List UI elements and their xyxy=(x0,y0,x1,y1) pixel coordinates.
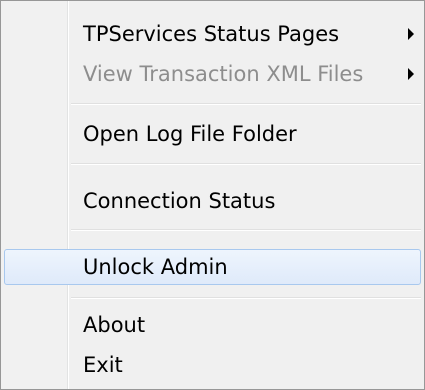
context-menu: TPServices Status Pages View Transaction… xyxy=(0,0,425,390)
menu-item-tpservices-status-pages[interactable]: TPServices Status Pages xyxy=(4,16,421,52)
menu-separator xyxy=(71,229,421,231)
menu-item-label: TPServices Status Pages xyxy=(83,22,340,46)
menu-item-label: About xyxy=(83,313,146,337)
menu-item-about[interactable]: About xyxy=(4,307,421,343)
menu-item-label: Exit xyxy=(83,353,123,377)
menu-item-label: Connection Status xyxy=(83,189,276,213)
menu-item-connection-status[interactable]: Connection Status xyxy=(4,183,421,219)
menu-item-open-log-file-folder[interactable]: Open Log File Folder xyxy=(4,116,421,152)
menu-separator xyxy=(71,163,421,165)
menu-item-label: Unlock Admin xyxy=(83,255,228,279)
submenu-arrow-icon xyxy=(408,28,414,40)
menu-item-exit[interactable]: Exit xyxy=(4,347,421,383)
menu-item-unlock-admin[interactable]: Unlock Admin xyxy=(4,249,421,285)
submenu-arrow-icon xyxy=(408,68,414,80)
menu-separator xyxy=(71,103,421,105)
menu-item-view-transaction-xml-files[interactable]: View Transaction XML Files xyxy=(4,56,421,92)
menu-item-label: Open Log File Folder xyxy=(83,122,297,146)
menu-separator xyxy=(71,297,421,299)
menu-item-label: View Transaction XML Files xyxy=(83,62,364,86)
